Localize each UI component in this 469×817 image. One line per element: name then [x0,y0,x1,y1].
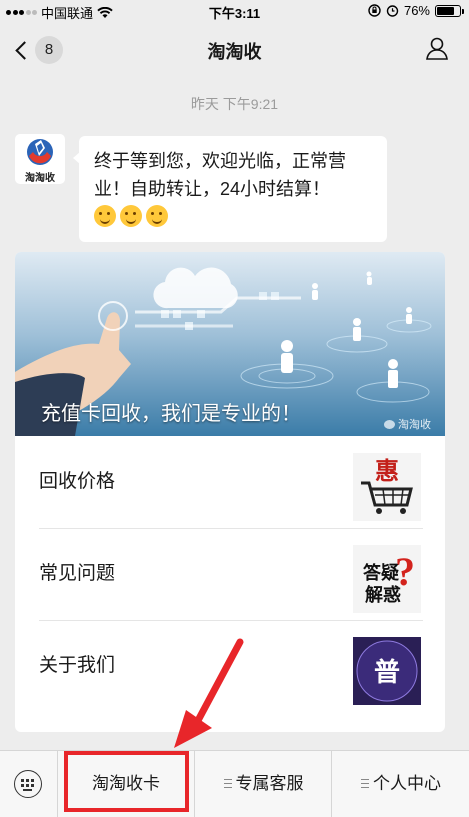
article-item-faq[interactable]: 常见问题 ? 答疑 解惑 [15,528,445,620]
page-title: 淘淘收 [207,42,262,62]
battery-icon [435,4,464,17]
article-item-recycle-price[interactable]: 回收价格 惠 [15,436,445,528]
battery-percent: 76% [403,3,430,18]
wechat-icon [384,420,395,429]
about-icon: 普 [353,637,421,705]
profile-button[interactable] [425,36,449,65]
orientation-lock-icon [368,4,381,17]
annotation-highlight-box [64,751,189,812]
article-banner[interactable]: 充值卡回收，我们是专业的！ 淘淘收 [15,252,445,436]
status-right: 76% [368,3,464,18]
svg-text:普: 普 [374,657,400,688]
article-item-label: 关于我们 [39,655,116,676]
question-icon: ? 答疑 解惑 [353,545,421,613]
keyboard-icon [14,770,42,798]
cart-sale-icon: 惠 [353,453,421,521]
keyboard-toggle-button[interactable] [0,751,58,817]
message-bubble[interactable]: 终于等到您，欢迎光临，正常营业！自助转让，24小时结算！ [73,136,387,242]
banner-caption: 充值卡回收，我们是专业的！ [41,403,301,425]
hug-emoji-icon [94,205,116,227]
message-timestamp: 昨天 下午9:21 [190,96,279,112]
submenu-icon [361,779,369,788]
annotation-arrow-icon [174,638,244,748]
battery-level [437,6,454,15]
hug-emoji-icon [120,205,142,227]
svg-text:解惑: 解惑 [365,584,401,606]
menu-button-label: 个人中心 [373,774,441,793]
avatar-label: 淘淘收 [25,173,55,184]
nav-bar: 8 淘淘收 [0,22,469,78]
article-item-label: 常见问题 [39,563,116,584]
thumb-text: 惠 [375,458,399,485]
menu-button-personal-center[interactable]: 个人中心 [333,751,469,817]
submenu-icon [223,779,232,788]
sender-avatar[interactable]: 淘淘收 [15,134,65,184]
banner-brand-label: 淘淘收 [398,419,431,431]
alarm-icon [386,5,399,17]
menu-button-label: 专属客服 [235,774,304,793]
message-text: 终于等到您，欢迎光临，正常营业！自助转让，24小时结算！ [94,151,346,199]
status-bar: 中国联通 下午3:11 76% [0,0,469,22]
banner-watermark: 淘淘收 [384,416,431,432]
user-icon [426,37,448,60]
menu-button-customer-service[interactable]: 专属客服 [196,751,332,817]
svg-text:答疑: 答疑 [363,562,399,584]
hug-emoji-icon [146,205,168,227]
article-item-label: 回收价格 [39,471,116,492]
